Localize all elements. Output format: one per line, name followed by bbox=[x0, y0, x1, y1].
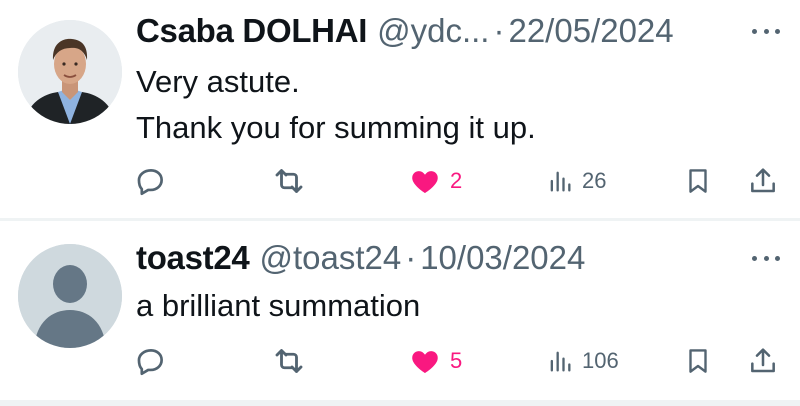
post-text-line: a brilliant summation bbox=[136, 288, 421, 323]
like-button[interactable]: 5 bbox=[408, 341, 462, 381]
separator-dot: · bbox=[405, 239, 417, 276]
views-button[interactable]: 106 bbox=[546, 341, 619, 381]
retweet-button[interactable] bbox=[271, 341, 307, 381]
action-bar: 5 106 bbox=[0, 341, 800, 381]
views-button[interactable]: 26 bbox=[546, 161, 606, 201]
reply-button[interactable] bbox=[134, 341, 168, 381]
post-divider bbox=[0, 400, 800, 406]
post-header: Csaba DOLHAI @ydc... · 22/05/2024 bbox=[136, 12, 674, 56]
separator-dot: · bbox=[493, 12, 505, 49]
share-button[interactable] bbox=[747, 161, 779, 201]
author-handle[interactable]: @ydc... bbox=[377, 12, 489, 50]
share-icon bbox=[751, 168, 775, 193]
like-count: 5 bbox=[450, 348, 463, 373]
views-icon bbox=[550, 351, 571, 372]
post-divider bbox=[0, 218, 800, 221]
post-header: toast24 @toast24 · 10/03/2024 bbox=[136, 239, 585, 283]
reply-post[interactable]: Csaba DOLHAI @ydc... · 22/05/2024 Very a… bbox=[0, 0, 800, 218]
retweet-icon bbox=[275, 169, 303, 193]
bookmark-icon bbox=[689, 349, 707, 373]
author-name[interactable]: Csaba DOLHAI bbox=[136, 12, 367, 50]
profile-photo bbox=[18, 20, 122, 124]
like-count: 2 bbox=[450, 168, 463, 193]
reply-icon bbox=[137, 349, 163, 376]
default-avatar-icon bbox=[18, 244, 122, 348]
view-count: 106 bbox=[582, 348, 619, 373]
view-count: 26 bbox=[582, 168, 607, 193]
share-icon bbox=[751, 348, 775, 373]
author-name[interactable]: toast24 bbox=[136, 239, 250, 277]
avatar[interactable] bbox=[18, 244, 122, 348]
action-bar: 2 26 bbox=[0, 161, 800, 201]
post-text-line: Very astute. bbox=[136, 64, 300, 99]
reply-button[interactable] bbox=[134, 161, 168, 201]
reply-icon bbox=[137, 169, 163, 196]
views-icon bbox=[550, 171, 571, 192]
post-date[interactable]: 22/05/2024 bbox=[508, 12, 673, 50]
reply-post[interactable]: toast24 @toast24 · 10/03/2024 a brillian… bbox=[0, 222, 800, 400]
more-options-icon[interactable] bbox=[752, 26, 780, 36]
retweet-button[interactable] bbox=[271, 161, 307, 201]
bookmark-icon bbox=[689, 169, 707, 193]
post-date[interactable]: 10/03/2024 bbox=[420, 239, 585, 277]
heart-filled-icon bbox=[412, 171, 438, 194]
retweet-icon bbox=[275, 349, 303, 373]
like-button[interactable]: 2 bbox=[408, 161, 462, 201]
bookmark-button[interactable] bbox=[683, 341, 713, 381]
avatar[interactable] bbox=[18, 20, 122, 124]
heart-filled-icon bbox=[412, 351, 438, 374]
share-button[interactable] bbox=[747, 341, 779, 381]
bookmark-button[interactable] bbox=[683, 161, 713, 201]
post-text-line: Thank you for summing it up. bbox=[136, 110, 536, 145]
author-handle[interactable]: @toast24 bbox=[259, 239, 401, 277]
more-options-icon[interactable] bbox=[752, 253, 780, 263]
